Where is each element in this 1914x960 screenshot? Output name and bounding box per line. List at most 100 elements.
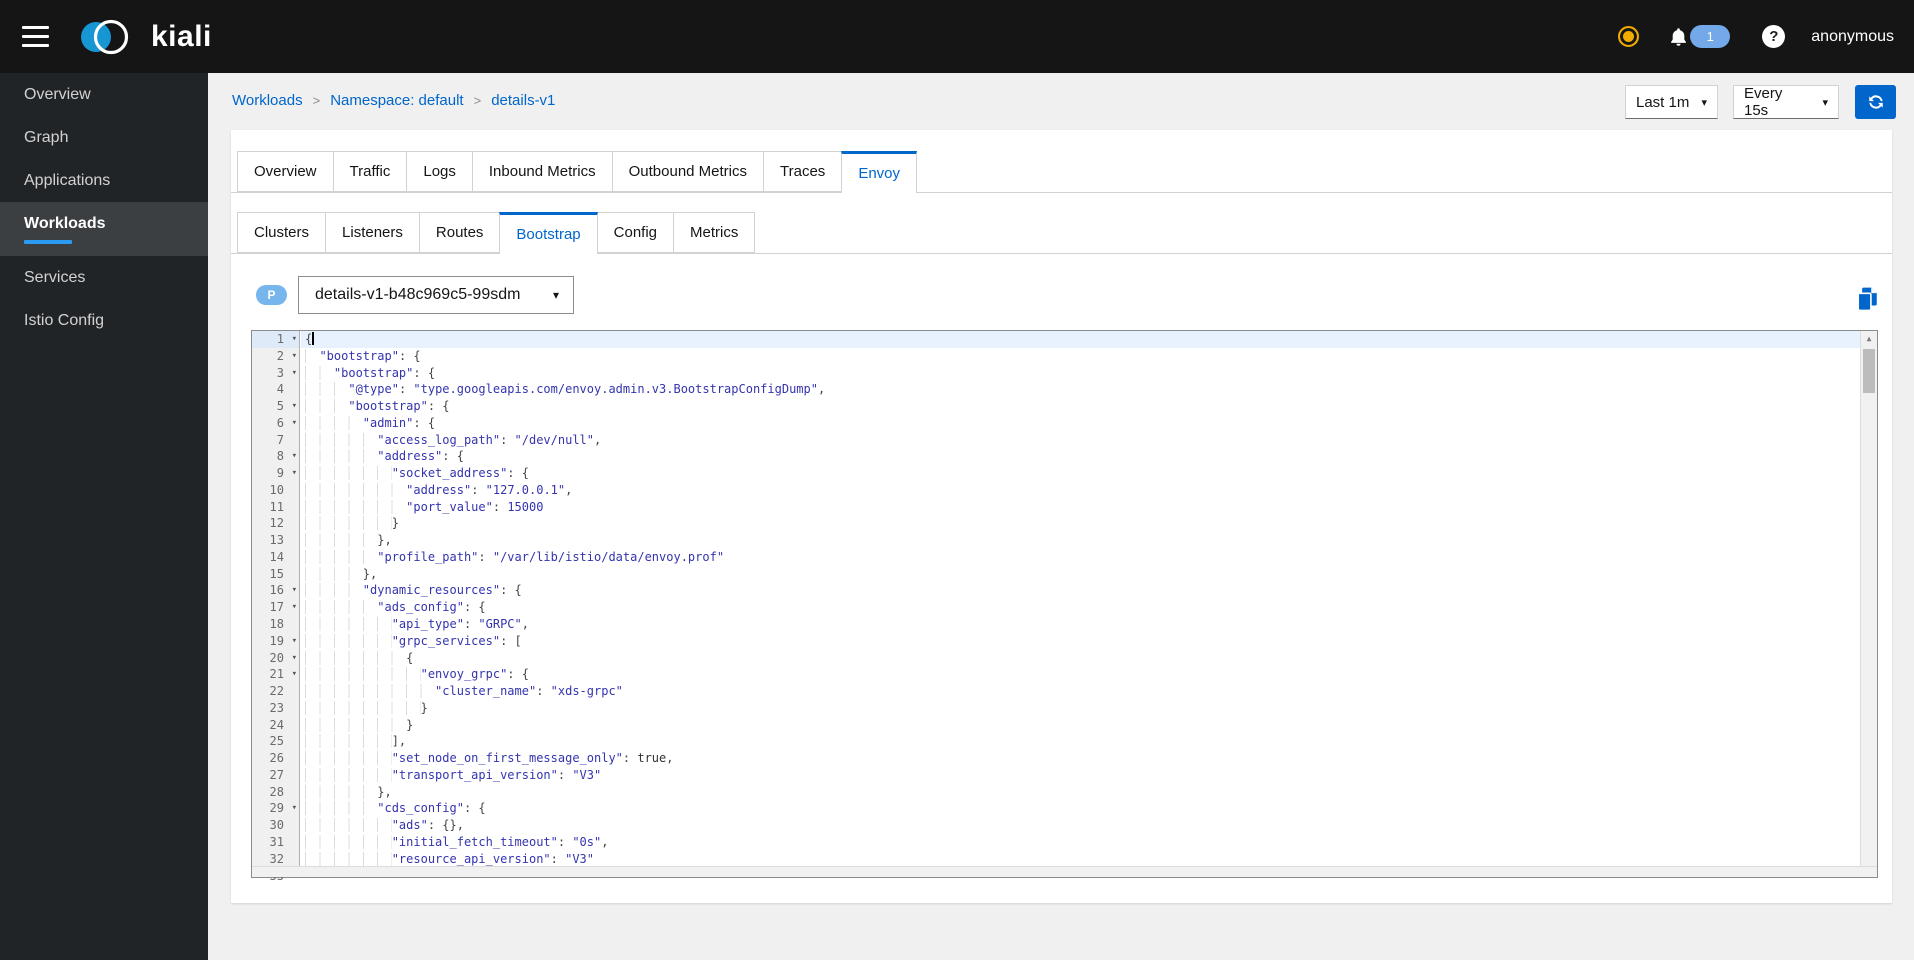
- sidebar-item-graph[interactable]: Graph: [0, 116, 208, 159]
- duration-dropdown[interactable]: Last 1m ▾: [1625, 85, 1718, 119]
- duration-value: Last 1m: [1636, 93, 1690, 111]
- breadcrumb-link-workloads[interactable]: Workloads: [232, 92, 303, 109]
- tab-envoy[interactable]: Envoy: [841, 151, 918, 193]
- code-line[interactable]: ],: [301, 733, 1860, 750]
- brand-name: kiali: [151, 19, 212, 53]
- subtab-config[interactable]: Config: [596, 212, 674, 253]
- breadcrumb-link-details-v1[interactable]: details-v1: [491, 92, 555, 109]
- fold-caret-icon[interactable]: ▾: [292, 365, 297, 382]
- code-line[interactable]: "ads": {},: [301, 817, 1860, 834]
- tab-overview[interactable]: Overview: [237, 151, 334, 192]
- code-line[interactable]: "cds_config": {: [301, 800, 1860, 817]
- code-line[interactable]: "profile_path": "/var/lib/istio/data/env…: [301, 549, 1860, 566]
- mesh-status-icon[interactable]: [1618, 26, 1640, 47]
- fold-caret-icon[interactable]: ▾: [292, 465, 297, 482]
- fold-caret-icon[interactable]: ▾: [292, 599, 297, 616]
- tab-inbound-metrics[interactable]: Inbound Metrics: [471, 151, 613, 192]
- fold-caret-icon[interactable]: ▾: [292, 633, 297, 650]
- code-line[interactable]: "access_log_path": "/dev/null",: [301, 432, 1860, 449]
- code-line[interactable]: "envoy_grpc": {: [301, 666, 1860, 683]
- code-line[interactable]: {: [301, 331, 1860, 348]
- code-line[interactable]: {: [301, 650, 1860, 667]
- code-line[interactable]: "dynamic_resources": {: [301, 582, 1860, 599]
- code-line[interactable]: "admin": {: [301, 415, 1860, 432]
- line-number: 29 ▾: [269, 800, 297, 817]
- subtab-bootstrap[interactable]: Bootstrap: [499, 212, 598, 254]
- vertical-scrollbar-thumb[interactable]: [1863, 349, 1875, 393]
- code-line[interactable]: "address": "127.0.0.1",: [301, 482, 1860, 499]
- code-line[interactable]: }: [301, 717, 1860, 734]
- sidebar-item-services[interactable]: Services: [0, 256, 208, 299]
- fold-caret-icon[interactable]: ▾: [292, 582, 297, 599]
- tab-label: Clusters: [254, 224, 310, 241]
- tab-outbound-metrics[interactable]: Outbound Metrics: [611, 151, 765, 192]
- kiali-logo[interactable]: kiali: [77, 14, 212, 60]
- code-line[interactable]: },: [301, 566, 1860, 583]
- code-line[interactable]: }: [301, 700, 1860, 717]
- fold-caret-icon[interactable]: ▾: [292, 448, 297, 465]
- code-line[interactable]: "initial_fetch_timeout": "0s",: [301, 834, 1860, 851]
- sidebar-item-label: Services: [24, 269, 86, 286]
- subtab-routes[interactable]: Routes: [418, 212, 501, 253]
- fold-caret-icon[interactable]: ▾: [292, 348, 297, 365]
- fold-caret-icon[interactable]: ▾: [292, 800, 297, 817]
- code-line[interactable]: "api_type": "GRPC",: [301, 616, 1860, 633]
- scroll-up-icon[interactable]: ▲: [1861, 331, 1877, 347]
- vertical-scrollbar[interactable]: ▲: [1860, 331, 1877, 866]
- code-line[interactable]: }: [301, 515, 1860, 532]
- notifications-button[interactable]: 1: [1669, 25, 1731, 48]
- code-line[interactable]: "address": {: [301, 448, 1860, 465]
- code-line[interactable]: "grpc_services": [: [301, 633, 1860, 650]
- bell-icon: [1671, 27, 1687, 46]
- subtab-listeners[interactable]: Listeners: [325, 212, 420, 253]
- fold-caret-icon[interactable]: ▾: [292, 398, 297, 415]
- sidebar-item-applications[interactable]: Applications: [0, 159, 208, 202]
- code-line[interactable]: "transport_api_version": "V3": [301, 767, 1860, 784]
- code-line[interactable]: "bootstrap": {: [301, 398, 1860, 415]
- help-icon[interactable]: ?: [1762, 25, 1786, 48]
- user-menu[interactable]: anonymous: [1811, 28, 1894, 46]
- code-line[interactable]: },: [301, 784, 1860, 801]
- breadcrumb: Workloads > Namespace: default > details-v1: [232, 92, 555, 109]
- refresh-interval-dropdown[interactable]: Every 15s ▾: [1733, 85, 1839, 119]
- line-number: 4: [276, 382, 284, 397]
- breadcrumb-separator-icon: >: [312, 93, 321, 108]
- line-number: 28: [269, 784, 284, 799]
- fold-caret-icon[interactable]: ▾: [292, 415, 297, 432]
- sidebar-item-overview[interactable]: Overview: [0, 73, 208, 116]
- line-number: 16 ▾: [269, 582, 297, 599]
- tab-traces[interactable]: Traces: [763, 151, 843, 192]
- copy-button[interactable]: [1853, 285, 1881, 313]
- envoy-subtabs: Clusters Listeners Routes Bootstrap Config Me…: [231, 212, 1892, 254]
- sidebar-item-workloads[interactable]: Workloads: [0, 202, 208, 256]
- bootstrap-config-editor[interactable]: 1 ▾ 2 ▾ 3 ▾ 4 5 ▾ 6 ▾ 7 8 ▾ 9 ▾ 10 11 12 13 14 15 16 ▾ 17 ▾ 18 19 ▾ 2…: [251, 330, 1878, 883]
- sidebar-item-label: Workloads: [24, 215, 106, 232]
- breadcrumb-link-namespace-default[interactable]: Namespace: default: [330, 92, 463, 109]
- nav-toggle-icon[interactable]: [22, 26, 49, 47]
- fold-caret-icon[interactable]: ▾: [292, 666, 297, 683]
- code-line[interactable]: "bootstrap": {: [301, 365, 1860, 382]
- code-line[interactable]: },: [301, 532, 1860, 549]
- code-line[interactable]: "bootstrap": {: [301, 348, 1860, 365]
- code-line[interactable]: "port_value": 15000: [301, 499, 1860, 516]
- horizontal-scrollbar[interactable]: [252, 866, 1877, 877]
- line-number: 5 ▾: [276, 398, 297, 415]
- subtab-metrics[interactable]: Metrics: [673, 212, 756, 253]
- code-line[interactable]: "set_node_on_first_message_only": true,: [301, 750, 1860, 767]
- copy-icon: [1857, 287, 1877, 312]
- subtab-clusters[interactable]: Clusters: [237, 212, 327, 253]
- pod-dropdown[interactable]: details-v1-b48c969c5-99sdm ▾: [298, 276, 574, 314]
- sidebar-item-istio-config[interactable]: Istio Config: [0, 299, 208, 342]
- fold-caret-icon[interactable]: ▾: [292, 650, 297, 667]
- code-line[interactable]: "@type": "type.googleapis.com/envoy.admi…: [301, 381, 1860, 398]
- refresh-button[interactable]: [1855, 85, 1896, 119]
- line-number: 9 ▾: [276, 465, 297, 482]
- line-number: 15: [269, 566, 284, 581]
- code-line[interactable]: "ads_config": {: [301, 599, 1860, 616]
- tab-traffic[interactable]: Traffic: [332, 151, 408, 192]
- code-line[interactable]: "socket_address": {: [301, 465, 1860, 482]
- tab-logs[interactable]: Logs: [406, 151, 473, 192]
- fold-caret-icon[interactable]: ▾: [292, 331, 297, 348]
- code-line[interactable]: "resource_api_version": "V3": [301, 851, 1860, 866]
- code-line[interactable]: "cluster_name": "xds-grpc": [301, 683, 1860, 700]
